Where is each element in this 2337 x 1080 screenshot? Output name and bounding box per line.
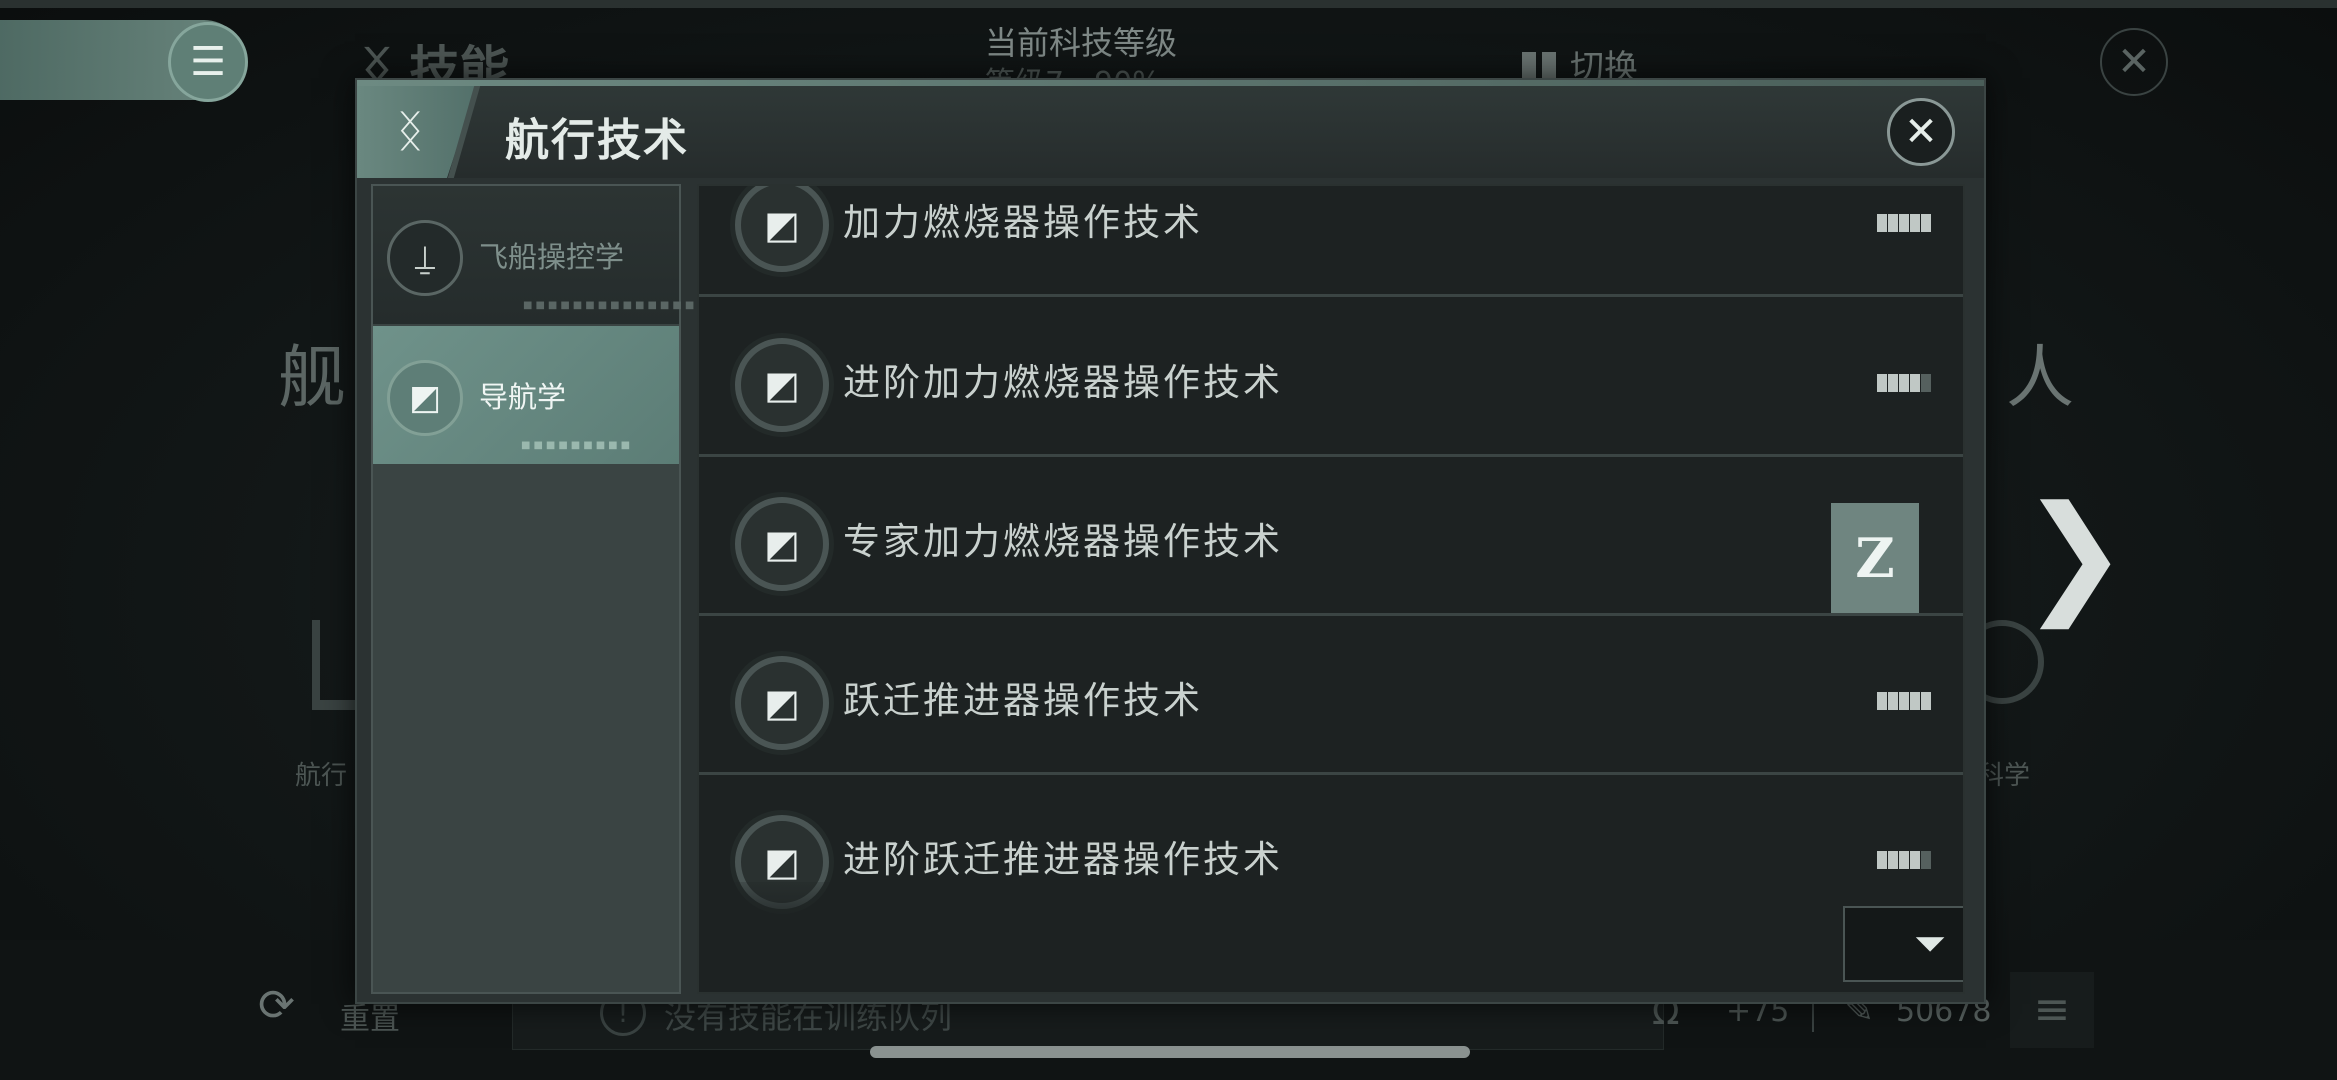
top-bar bbox=[0, 0, 2337, 8]
list-item[interactable]: ◩ 加力燃烧器操作技术 bbox=[699, 186, 1963, 297]
home-indicator[interactable] bbox=[870, 1046, 1470, 1058]
radar-dish-icon: ◩ bbox=[735, 186, 829, 272]
level-bars bbox=[1877, 851, 1932, 869]
progress-dots: ■■■■■■■■■■■■■■ bbox=[523, 300, 698, 311]
z-badge: Z bbox=[1831, 503, 1919, 613]
skills-list[interactable]: ◩ 加力燃烧器操作技术 ◩ 进阶加力燃烧器操作技术 ◩ 专家加力燃烧器操作技术 … bbox=[697, 184, 1965, 994]
navigation-tech-modal: ᛝ 航行技术 ✕ ⍊ 飞船操控学 ■■■■■■■■■■■■■■ ◩ 导航学 ■■… bbox=[355, 78, 1986, 1004]
radar-dish-icon: ◩ bbox=[735, 338, 829, 432]
reset-icon[interactable]: ⟳ bbox=[258, 980, 308, 1040]
right-category-title: 人 bbox=[2006, 339, 2075, 418]
sidebar-item-label: 导航学 bbox=[479, 380, 567, 414]
radar-dish-icon: ◩ bbox=[387, 360, 463, 436]
modal-title: 航行技术 bbox=[505, 115, 689, 166]
radar-dish-icon: ◩ bbox=[735, 497, 829, 591]
filter-icon: ⏷ bbox=[1914, 921, 1946, 967]
filter-button[interactable]: ⏷ bbox=[1843, 906, 1963, 982]
level-bars bbox=[1877, 374, 1932, 392]
sidebar-item-label: 飞船操控学 bbox=[479, 240, 625, 274]
dna-icon: ᛝ bbox=[397, 106, 424, 157]
level-bars bbox=[1877, 214, 1932, 232]
sidebar-item-navigation[interactable]: ◩ 导航学 ■■■■■■■■■ bbox=[373, 326, 679, 464]
sidebar-item-ship-control[interactable]: ⍊ 飞船操控学 ■■■■■■■■■■■■■■ bbox=[373, 186, 694, 324]
close-icon[interactable]: ✕ bbox=[1887, 98, 1955, 166]
progress-dots: ■■■■■■■■■ bbox=[521, 440, 634, 451]
list-item[interactable]: ◩ 进阶加力燃烧器操作技术 bbox=[699, 296, 1963, 457]
list-item[interactable]: ◩ 专家加力燃烧器操作技术 Z bbox=[699, 455, 1963, 616]
next-arrow-icon[interactable]: ❯ bbox=[2020, 488, 2129, 618]
menu-icon[interactable]: ☰ bbox=[168, 22, 248, 102]
radar-dish-icon: ◩ bbox=[735, 656, 829, 750]
skill-name: 加力燃烧器操作技术 bbox=[843, 201, 1203, 244]
list-fade bbox=[699, 882, 1963, 992]
background-close-icon[interactable]: ✕ bbox=[2100, 28, 2168, 96]
skill-name: 进阶加力燃烧器操作技术 bbox=[843, 361, 1283, 404]
list-item[interactable]: ◩ 跃迁推进器操作技术 bbox=[699, 614, 1963, 775]
skill-name: 进阶跃迁推进器操作技术 bbox=[843, 838, 1283, 881]
skill-name: 跃迁推进器操作技术 bbox=[843, 679, 1203, 722]
list-menu-icon[interactable]: ≡ bbox=[2010, 972, 2094, 1048]
ship-icon: ⍊ bbox=[387, 220, 463, 296]
level-bars bbox=[1877, 692, 1932, 710]
category-sidebar: ⍊ 飞船操控学 ■■■■■■■■■■■■■■ ◩ 导航学 ■■■■■■■■■ bbox=[371, 184, 694, 994]
left-category-title: 舰 bbox=[278, 339, 347, 418]
skill-name: 专家加力燃烧器操作技术 bbox=[843, 520, 1283, 563]
left-sub-label: 航行 bbox=[295, 761, 348, 791]
